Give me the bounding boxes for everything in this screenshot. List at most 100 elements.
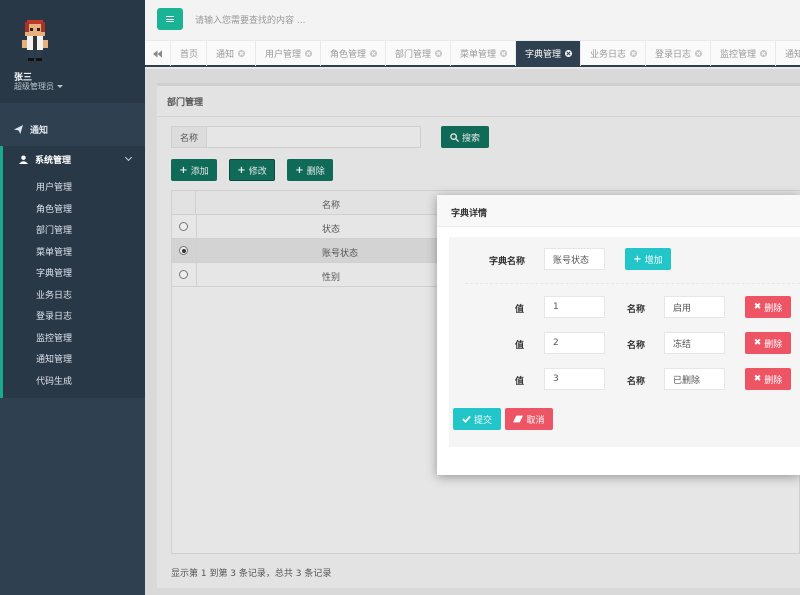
dict-name-label: 字典名称	[489, 257, 526, 267]
cell-divider	[196, 215, 197, 239]
tab-home[interactable]: 首页	[171, 41, 207, 66]
search-button-label: 搜索	[461, 133, 480, 144]
delete-entry-button[interactable]: ✖ 删除	[745, 296, 791, 318]
plus-icon: +	[237, 164, 246, 176]
delete-entry-label: 删除	[764, 339, 783, 350]
row-radio[interactable]	[179, 270, 188, 279]
top-header: 请输入您需要查找的内容 ...	[145, 0, 800, 40]
hamburger-icon	[166, 16, 174, 22]
delete-entry-label: 删除	[764, 303, 783, 314]
sidebar-subitem-loginlog[interactable]: 登录日志	[36, 309, 72, 322]
add-button[interactable]: + 添加	[171, 159, 217, 181]
sidebar-subitem-bizlog[interactable]: 业务日志	[36, 288, 72, 301]
page-title: 部门管理	[167, 98, 204, 108]
close-icon[interactable]	[695, 50, 703, 57]
sidebar-subitem-role[interactable]: 角色管理	[36, 202, 72, 215]
delete-entry-button[interactable]: ✖ 删除	[745, 368, 791, 390]
delete-button[interactable]: + 删除	[287, 159, 333, 181]
system-submenu: 用户管理 角色管理 部门管理 菜单管理 字典管理 业务日志 登录日志 监控管理 …	[0, 172, 145, 398]
paper-plane-icon	[14, 124, 24, 134]
value-label: 值	[515, 341, 525, 351]
entry-name-input[interactable]: 已删除	[664, 368, 725, 390]
tab-user-mgmt[interactable]: 用户管理	[256, 41, 321, 66]
delete-entry-button[interactable]: ✖ 删除	[745, 332, 791, 354]
user-profile: 张三 超级管理员	[0, 0, 145, 103]
plus-icon: +	[295, 164, 304, 176]
close-icon[interactable]	[630, 50, 638, 57]
pagination-info: 显示第 1 到第 3 条记录，总共 3 条记录	[171, 569, 332, 579]
search-button[interactable]: 搜索	[441, 126, 489, 148]
tab-label: 菜单管理	[460, 50, 497, 60]
tabs-scroll-left-button[interactable]	[145, 41, 171, 66]
sidebar-subitem-dept[interactable]: 部门管理	[36, 223, 72, 236]
eraser-icon	[513, 415, 524, 423]
tab-notice[interactable]: 通知	[207, 41, 256, 66]
modal-title: 字典详情	[451, 209, 488, 219]
user-role-dropdown[interactable]: 超级管理员	[14, 81, 63, 92]
tab-label: 用户管理	[265, 50, 302, 60]
cancel-button[interactable]: 取消	[505, 408, 553, 430]
sidebar-subitem-user[interactable]: 用户管理	[36, 180, 72, 193]
name-label: 名称	[627, 305, 646, 315]
tab-dict-mgmt[interactable]: 字典管理	[516, 41, 581, 66]
entry-name-input[interactable]: 冻结	[664, 332, 725, 354]
tab-label: 通知	[216, 50, 235, 60]
modal-header: 字典详情	[437, 195, 800, 227]
table-cell-name: 性别	[322, 273, 341, 283]
row-radio[interactable]	[179, 246, 188, 255]
sidebar-subitem-notice-mgmt[interactable]: 通知管理	[36, 352, 72, 365]
tab-login-log[interactable]: 登录日志	[646, 41, 711, 66]
close-icon[interactable]	[305, 50, 313, 57]
modal-body: 字典名称 账号状态 + 增加 值 1 名称 启用 ✖ 删除 值 2 名称 冻结 ✖ 删…	[449, 237, 800, 447]
row-radio[interactable]	[179, 222, 188, 231]
tab-menu-mgmt[interactable]: 菜单管理	[451, 41, 516, 66]
close-icon[interactable]	[435, 50, 443, 57]
edit-button[interactable]: + 修改	[229, 159, 275, 181]
entry-value-input[interactable]: 2	[544, 332, 605, 354]
tab-monitor-mgmt[interactable]: 监控管理	[711, 41, 776, 66]
tab-label: 业务日志	[590, 50, 627, 60]
entry-value-input[interactable]: 1	[544, 296, 605, 318]
entry-name-input[interactable]: 启用	[664, 296, 725, 318]
divider	[157, 116, 800, 117]
avatar[interactable]	[20, 18, 50, 62]
sidebar-subitem-monitor[interactable]: 监控管理	[36, 331, 72, 344]
sidebar-subitem-dict[interactable]: 字典管理	[36, 266, 72, 279]
dict-name-input[interactable]: 账号状态	[544, 248, 605, 270]
tab-dept-mgmt[interactable]: 部门管理	[386, 41, 451, 66]
sidebar-subitem-menu[interactable]: 菜单管理	[36, 245, 72, 258]
table-header-select	[172, 191, 196, 215]
tab-role-mgmt[interactable]: 角色管理	[321, 41, 386, 66]
entry-value-input[interactable]: 3	[544, 368, 605, 390]
sidebar: 张三 超级管理员 通知 系统管理 用户管理 角色管理 部门管理 菜单管理 字典管…	[0, 0, 145, 595]
table-cell-name: 账号状态	[322, 249, 359, 259]
add-entry-button[interactable]: + 增加	[625, 248, 671, 270]
close-icon[interactable]	[760, 50, 768, 57]
table-cell-name: 状态	[322, 225, 341, 235]
caret-down-icon	[57, 85, 63, 88]
value-label: 值	[515, 305, 525, 315]
name-search-input[interactable]	[206, 126, 421, 148]
table-header-name[interactable]: 名称	[322, 198, 340, 211]
sidebar-item-system[interactable]: 系统管理	[0, 146, 145, 172]
tab-biz-log[interactable]: 业务日志	[581, 41, 646, 66]
search-icon	[450, 132, 459, 142]
user-icon	[19, 154, 29, 164]
submit-button[interactable]: 提交	[453, 408, 501, 430]
sidebar-item-notice[interactable]: 通知	[0, 116, 145, 142]
cell-divider	[196, 239, 197, 263]
name-label: 名称	[627, 377, 646, 387]
search-label: 名称	[171, 126, 207, 148]
close-icon[interactable]	[565, 50, 573, 57]
close-icon[interactable]	[370, 50, 378, 57]
times-icon: ✖	[753, 302, 762, 312]
top-search-input[interactable]: 请输入您需要查找的内容 ...	[195, 13, 305, 26]
close-icon[interactable]	[500, 50, 508, 57]
double-chevron-left-icon	[153, 49, 162, 58]
close-icon[interactable]	[238, 50, 246, 57]
check-icon	[462, 415, 471, 423]
sidebar-subitem-codegen[interactable]: 代码生成	[36, 374, 72, 387]
tab-notice-mgmt[interactable]: 通知	[776, 41, 800, 66]
submit-button-label: 提交	[473, 415, 492, 426]
menu-toggle-button[interactable]	[157, 8, 183, 30]
